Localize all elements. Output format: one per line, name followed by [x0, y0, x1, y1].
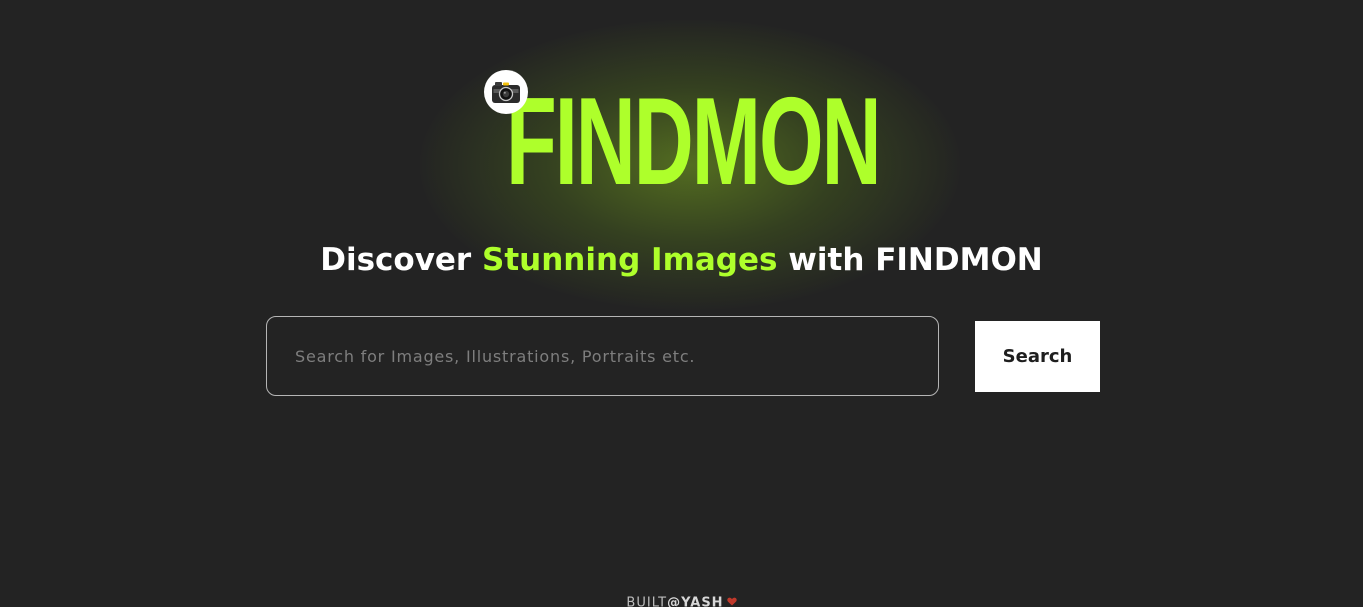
search-input[interactable] [266, 316, 939, 396]
tagline-suffix: with FINDMON [777, 242, 1043, 278]
search-button[interactable]: Search [975, 321, 1100, 392]
heart-icon [726, 594, 737, 607]
tagline-highlight: Stunning Images [482, 242, 778, 278]
footer-author: YASH [681, 595, 724, 607]
camera-icon-graphic [492, 82, 520, 103]
camera-icon [484, 70, 528, 114]
tagline: Discover Stunning Images with FINDMON [0, 238, 1363, 282]
footer-credit: BUILT@YASH [0, 594, 1363, 607]
footer-built-label: BUILT [626, 595, 668, 607]
footer-at-symbol: @ [667, 595, 682, 607]
logo-wordmark: FINDMON [506, 73, 882, 211]
page: FINDMON Discover Stunning Images with FI… [0, 0, 1363, 607]
tagline-prefix: Discover [320, 242, 483, 278]
